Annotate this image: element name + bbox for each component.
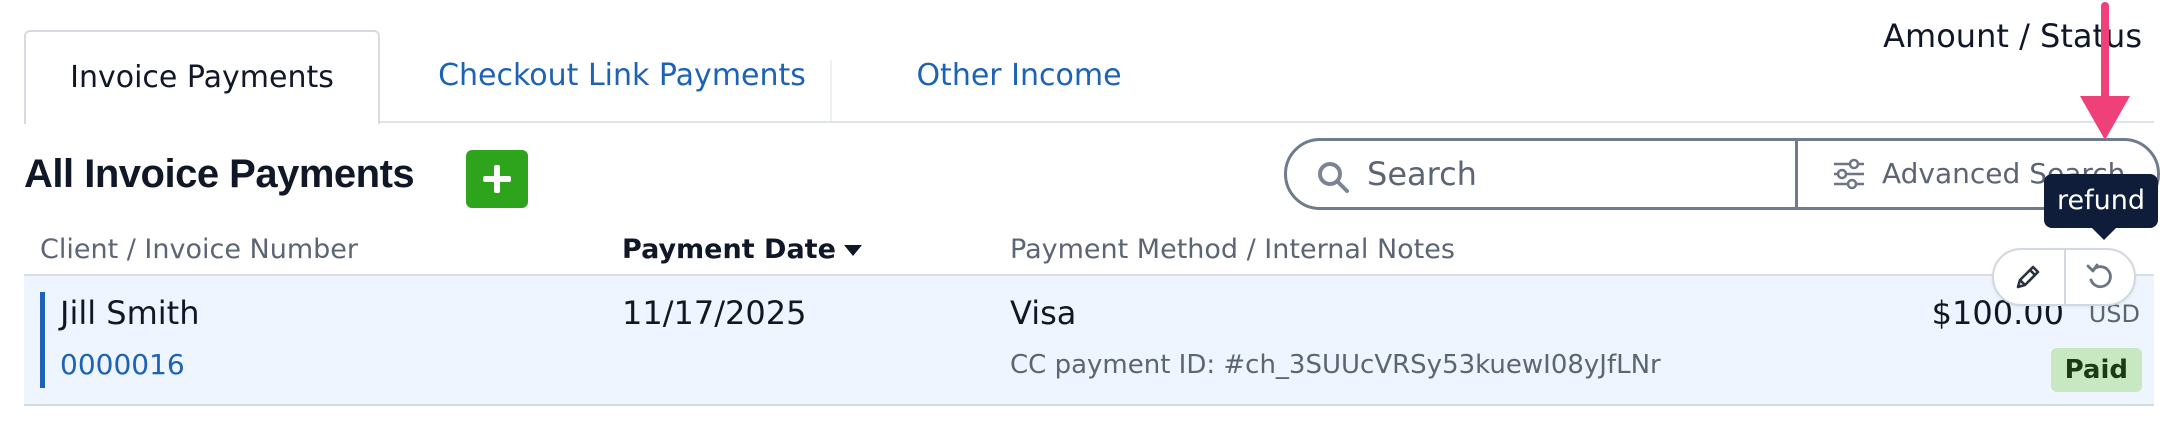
payment-date: 11/17/2025 [622, 294, 807, 332]
tab-other-income[interactable]: Other Income [854, 30, 1184, 122]
add-payment-button[interactable] [466, 150, 528, 208]
refund-icon [2086, 263, 2112, 289]
invoice-number-link[interactable]: 0000016 [60, 348, 185, 381]
edit-button[interactable] [1994, 250, 2064, 304]
annotation-arrow-icon [2080, 2, 2130, 140]
refund-button[interactable] [2066, 250, 2134, 304]
refund-tooltip: refund [2044, 174, 2158, 240]
column-header-payment-method: Payment Method / Internal Notes [1010, 234, 1455, 265]
payment-tabs: Invoice Payments Checkout Link Payments … [24, 30, 2154, 124]
payment-date-label: Payment Date [622, 234, 836, 265]
page-title: All Invoice Payments [24, 152, 415, 196]
tab-separator [830, 60, 832, 122]
search-input[interactable] [1367, 141, 1787, 207]
row-actions [1992, 248, 2136, 306]
client-name: Jill Smith [60, 294, 200, 332]
table-row[interactable]: Jill Smith 0000016 11/17/2025 Visa CC pa… [24, 276, 2154, 406]
tab-invoice-payments[interactable]: Invoice Payments [24, 30, 380, 124]
tab-checkout-link-payments[interactable]: Checkout Link Payments [422, 30, 822, 122]
caret-down-icon [843, 245, 862, 256]
payment-method: Visa [1010, 294, 1077, 332]
column-header-client: Client / Invoice Number [40, 234, 359, 265]
column-header-payment-date[interactable]: Payment Date [622, 232, 862, 268]
search-icon [1318, 162, 1349, 193]
status-badge: Paid [2050, 348, 2142, 392]
pencil-icon [2016, 265, 2040, 289]
row-accent-bar [40, 292, 45, 388]
search-box: Advanced Search [1284, 138, 2160, 210]
sliders-icon [1834, 158, 1864, 190]
internal-notes: CC payment ID: #ch_3SUUcVRSy53kuewI08yJf… [1010, 350, 1661, 380]
invoice-payments-page: Invoice Payments Checkout Link Payments … [0, 0, 2178, 422]
